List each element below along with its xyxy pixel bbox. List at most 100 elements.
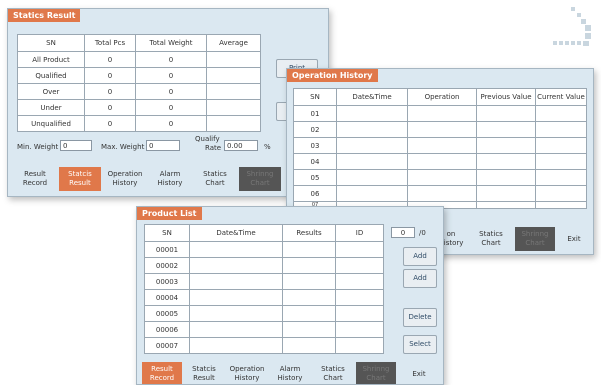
add-button-2[interactable]: Add (403, 269, 437, 288)
tab-label: Chart (250, 179, 270, 187)
col-header: ID (335, 224, 384, 242)
tab-label: Statics (479, 230, 503, 238)
tab-alarm-history[interactable]: Alarm History (149, 167, 191, 191)
col-header: Average (206, 34, 261, 52)
tab-label: on (446, 230, 456, 238)
qualify-rate-field[interactable]: 0.00 (224, 140, 258, 151)
exit-button[interactable]: Exit (399, 362, 439, 384)
tab-statics-chart[interactable]: Statics Chart (312, 362, 354, 384)
page-total-label: /0 (419, 229, 426, 237)
tab-label: Alarm (279, 365, 301, 373)
tab-label: Statcis (192, 365, 216, 373)
cell: 0 (84, 115, 136, 132)
tab-operation-history[interactable]: Operation History (104, 167, 146, 191)
cell (206, 67, 261, 84)
row-label: Qualified (17, 67, 85, 84)
tab-result-record[interactable]: Result Record (14, 167, 56, 191)
tab-statics-result[interactable]: Statcis Result (59, 167, 101, 191)
window-title: Product List (137, 207, 202, 220)
tab-label: Chart (366, 374, 386, 382)
col-header: Operation (407, 88, 477, 106)
table-row: Unqualified 0 0 (17, 115, 261, 132)
cell: 0 (84, 83, 136, 100)
exit-button[interactable]: Exit (557, 227, 591, 251)
min-weight-field[interactable]: 0 (60, 140, 92, 151)
row-sn: 00005 (144, 305, 190, 322)
row-sn: 00006 (144, 321, 190, 338)
cell: 0 (135, 83, 207, 100)
tab-label: History (277, 374, 303, 382)
delete-button[interactable]: Delete (403, 308, 437, 327)
corner-logo-icon (553, 7, 591, 46)
tab-label: Operation (107, 170, 143, 178)
tab-label: Statcis (68, 170, 92, 178)
table-row: 06 (293, 185, 587, 202)
col-header: Current Value (535, 88, 587, 106)
cell: 0 (84, 51, 136, 68)
tab-label: Shrinng (521, 230, 549, 238)
tab-label: Shrinng (362, 365, 390, 373)
table-row: Over 0 0 (17, 83, 261, 100)
row-sn: 06 (293, 185, 337, 202)
table-row: 00002 (144, 257, 384, 274)
row-sn: 01 (293, 105, 337, 122)
tab-label: Exit (567, 235, 581, 243)
row-label: Unqualified (17, 115, 85, 132)
tab-label: Chart (323, 374, 343, 382)
tab-label: History (157, 179, 183, 187)
tab-shrinng-chart[interactable]: Shrinng Chart (515, 227, 555, 251)
row-sn: 00004 (144, 289, 190, 306)
tab-statics-result[interactable]: Statcis Result (184, 362, 224, 384)
row-label: Under (17, 99, 85, 116)
cell (206, 99, 261, 116)
table-row: 01 (293, 105, 587, 122)
tab-alarm-history[interactable]: Alarm History (270, 362, 310, 384)
tab-label: Alarm (159, 170, 181, 178)
tab-label: Exit (412, 370, 426, 378)
col-header: Results (282, 224, 336, 242)
tab-label: Chart (205, 179, 225, 187)
tab-operation-history[interactable]: Operation History (226, 362, 268, 384)
cell (206, 115, 261, 132)
percent-label: % (264, 143, 271, 151)
col-header: SN (293, 88, 337, 106)
select-button[interactable]: Select (403, 335, 437, 354)
tab-label: Result (69, 179, 91, 187)
cell: 0 (135, 51, 207, 68)
row-sn: 04 (293, 153, 337, 170)
cell: 0 (84, 67, 136, 84)
tab-label: History (234, 374, 260, 382)
col-header: Total Weight (135, 34, 207, 52)
col-header: SN (17, 34, 85, 52)
qualify-label: Qualify (195, 135, 220, 143)
product-list-window: Product List SN Date&Time Results ID 000… (136, 206, 444, 385)
tab-result-record[interactable]: Result Record (142, 362, 182, 384)
row-label: All Product (17, 51, 85, 68)
tab-statics-chart[interactable]: Statics Chart (194, 167, 236, 191)
table-row: 03 (293, 137, 587, 154)
table-row: 05 (293, 169, 587, 186)
tab-shrinng-chart[interactable]: Shrinng Chart (239, 167, 281, 191)
table-row: 00001 (144, 241, 384, 258)
table-row: 00004 (144, 289, 384, 306)
max-weight-label: Max. Weight (101, 143, 145, 151)
product-table: SN Date&Time Results ID 00001 00002 0000… (144, 224, 384, 354)
tab-statics-chart[interactable]: Statics Chart (470, 227, 512, 251)
col-header: SN (144, 224, 190, 242)
statics-result-window: Statics Result SN Total Pcs Total Weight… (7, 8, 329, 197)
statics-table: SN Total Pcs Total Weight Average All Pr… (17, 34, 261, 132)
table-row: Qualified 0 0 (17, 67, 261, 84)
cell (206, 51, 261, 68)
row-sn: 00001 (144, 241, 190, 258)
max-weight-field[interactable]: 0 (146, 140, 180, 151)
min-weight-label: Min. Weight (17, 143, 59, 151)
row-sn: 00002 (144, 257, 190, 274)
cell (206, 83, 261, 100)
add-button[interactable]: Add (403, 247, 437, 266)
tab-label: Statics (321, 365, 345, 373)
history-table: SN Date&Time Operation Previous Value Cu… (293, 88, 587, 209)
tab-shrinng-chart[interactable]: Shrinng Chart (356, 362, 396, 384)
page-number-field[interactable]: 0 (391, 227, 415, 238)
table-row: 00007 (144, 337, 384, 354)
tab-label: Record (22, 179, 48, 187)
